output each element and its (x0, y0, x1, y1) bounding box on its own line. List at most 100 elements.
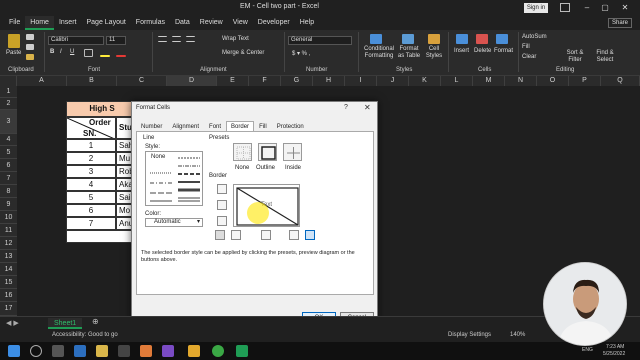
edge-icon[interactable] (74, 345, 86, 357)
line-style-options[interactable] (146, 152, 204, 207)
add-sheet-icon[interactable]: ⊕ (92, 317, 99, 326)
task-view-icon[interactable] (52, 345, 64, 357)
column-header[interactable]: J (377, 76, 409, 86)
font-color-icon[interactable] (116, 55, 126, 57)
bold-button[interactable]: B (50, 49, 54, 55)
dialog-tab-number[interactable]: Number (136, 121, 167, 131)
sort-filter-button[interactable]: Sort & Filter (562, 50, 588, 64)
row-header[interactable]: 6 (0, 159, 17, 172)
border-diagonal-down-button[interactable] (305, 230, 315, 240)
minimize-icon[interactable]: – (580, 2, 594, 14)
column-header[interactable]: L (441, 76, 473, 86)
column-header[interactable]: O (537, 76, 569, 86)
column-header[interactable]: B (67, 76, 117, 86)
maximize-icon[interactable]: ▢ (598, 2, 612, 14)
excel-taskbar-icon[interactable] (236, 345, 248, 357)
fill-button[interactable]: Fill (522, 44, 530, 50)
tab-review[interactable]: Review (195, 16, 228, 30)
table-cell-sn[interactable]: 7 (66, 217, 116, 230)
conditional-formatting-button[interactable]: Conditional Formatting (362, 46, 396, 60)
column-header[interactable]: I (345, 76, 377, 86)
merge-center-button[interactable]: Merge & Center (222, 50, 264, 56)
row-header[interactable]: 3 (0, 110, 17, 134)
store-icon[interactable] (118, 345, 130, 357)
line-style-list[interactable]: None (145, 151, 203, 206)
help-icon[interactable]: ? (344, 104, 348, 111)
table-cell-sn[interactable]: 6 (66, 204, 116, 217)
display-settings[interactable]: Display Settings (448, 332, 491, 338)
share-button[interactable]: Share (608, 18, 632, 28)
italic-button[interactable]: I (60, 49, 62, 55)
autosum-button[interactable]: AutoSum (522, 34, 547, 40)
delete-cells-icon[interactable] (476, 34, 488, 44)
delete-cells-button[interactable]: Delete (474, 48, 491, 54)
row-header[interactable]: 10 (0, 211, 17, 224)
column-header[interactable]: A (17, 76, 67, 86)
tab-insert[interactable]: Insert (54, 16, 82, 30)
border-middle-horizontal-button[interactable] (217, 200, 227, 210)
border-top-button[interactable] (217, 184, 227, 194)
cell-styles-button[interactable]: Cell Styles (424, 46, 444, 60)
row-header[interactable]: 15 (0, 276, 17, 289)
preset-none-button[interactable] (233, 143, 252, 161)
dialog-tab-protection[interactable]: Protection (272, 121, 309, 131)
row-header[interactable]: 9 (0, 198, 17, 211)
paste-icon[interactable] (8, 34, 20, 48)
dialog-tab-fill[interactable]: Fill (254, 121, 272, 131)
borders-icon[interactable] (84, 49, 93, 57)
column-header[interactable]: F (249, 76, 281, 86)
format-painter-icon[interactable] (26, 54, 34, 60)
sign-in-button[interactable]: Sign in (524, 3, 548, 13)
row-header[interactable]: 4 (0, 134, 17, 146)
conditional-formatting-icon[interactable] (370, 34, 382, 44)
align-middle-icon[interactable] (172, 36, 181, 42)
preset-inside-button[interactable] (283, 143, 302, 161)
dialog-close-icon[interactable]: ✕ (364, 103, 371, 112)
table-cell-sn[interactable]: 4 (66, 178, 116, 191)
column-header[interactable]: Q (601, 76, 640, 86)
tab-developer[interactable]: Developer (253, 16, 295, 30)
row-header[interactable]: 12 (0, 237, 17, 250)
tab-formulas[interactable]: Formulas (131, 16, 170, 30)
search-icon[interactable] (30, 345, 42, 357)
dialog-tab-border[interactable]: Border (226, 121, 255, 131)
column-header[interactable]: M (473, 76, 505, 86)
fill-color-icon[interactable] (100, 55, 110, 57)
row-header[interactable]: 17 (0, 302, 17, 316)
copy-icon[interactable] (26, 44, 34, 50)
border-left-button[interactable] (231, 230, 241, 240)
column-header[interactable]: G (281, 76, 313, 86)
find-select-button[interactable]: Find & Select (592, 50, 618, 64)
font-name-combo[interactable]: Calibri (48, 36, 104, 45)
tab-page-layout[interactable]: Page Layout (81, 16, 130, 30)
row-header[interactable]: 16 (0, 289, 17, 302)
dialog-tab-font[interactable]: Font (204, 121, 226, 131)
insert-cells-button[interactable]: Insert (454, 48, 469, 54)
column-header[interactable]: C (117, 76, 167, 86)
close-window-icon[interactable]: ✕ (618, 2, 632, 14)
ribbon-display-options-icon[interactable] (560, 3, 570, 12)
table-title-cell[interactable]: High S (66, 101, 138, 117)
row-header[interactable]: 1 (0, 86, 17, 98)
sheet-tab-sheet1[interactable]: Sheet1 (48, 318, 83, 329)
file-explorer-icon[interactable] (96, 345, 108, 357)
row-header[interactable]: 11 (0, 224, 17, 237)
dialog-tab-alignment[interactable]: Alignment (167, 121, 204, 131)
windows-start-icon[interactable] (8, 345, 20, 357)
tab-help[interactable]: Help (295, 16, 319, 30)
cut-icon[interactable] (26, 34, 34, 40)
column-header[interactable]: D (167, 76, 217, 86)
row-header[interactable]: 14 (0, 263, 17, 276)
language-indicator[interactable]: ENG (582, 347, 593, 353)
accessibility-status[interactable]: Accessibility: Good to go (52, 332, 118, 338)
tab-view[interactable]: View (228, 16, 253, 30)
column-header[interactable]: P (569, 76, 601, 86)
underline-button[interactable]: U (70, 49, 74, 55)
chrome-icon[interactable] (212, 345, 224, 357)
row-header[interactable]: 8 (0, 185, 17, 198)
tab-data[interactable]: Data (170, 16, 195, 30)
row-header[interactable]: 13 (0, 250, 17, 263)
number-format-combo[interactable]: General (288, 36, 352, 45)
diagonal-header-cell[interactable]: Order SN. (66, 117, 116, 139)
table-cell-sn[interactable]: 1 (66, 139, 116, 152)
